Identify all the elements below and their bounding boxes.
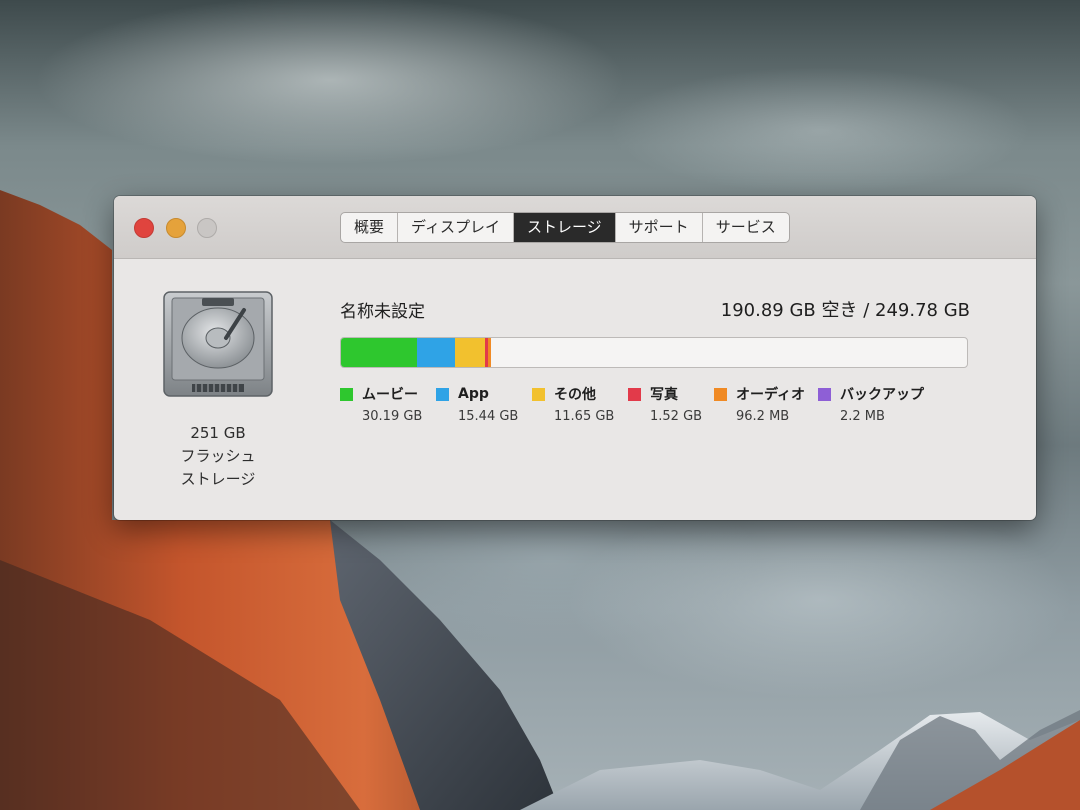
- tab-overview[interactable]: 概要: [341, 213, 399, 242]
- drive-caption: 251 GB フラッシュ ストレージ: [148, 422, 288, 491]
- about-this-mac-window: 概要 ディスプレイ ストレージ サポート サービス 251 GB フラッシュ ス…: [114, 196, 1036, 520]
- legend-label: 写真: [650, 387, 678, 403]
- window-titlebar: 概要 ディスプレイ ストレージ サポート サービス: [114, 196, 1036, 259]
- legend-item: その他 11.65 GB: [532, 384, 614, 424]
- legend-label: ムービー: [362, 387, 418, 403]
- legend-size: 30.19 GB: [362, 409, 423, 424]
- tab-support[interactable]: サポート: [616, 213, 703, 242]
- usage-segment-1: [416, 338, 456, 367]
- legend-size: 15.44 GB: [458, 409, 519, 424]
- zoom-button[interactable]: [197, 218, 217, 238]
- usage-segment-0: [341, 338, 417, 367]
- legend-label: App: [458, 386, 489, 402]
- drive-type-line2: ストレージ: [180, 470, 256, 488]
- legend-item: 写真 1.52 GB: [628, 384, 702, 424]
- disk-name: 名称未設定: [340, 302, 425, 322]
- storage-usage-bar: [340, 337, 968, 368]
- tab-displays[interactable]: ディスプレイ: [398, 213, 514, 242]
- drive-type-line1: フラッシュ: [180, 447, 256, 465]
- legend-swatch: [714, 387, 727, 401]
- legend-swatch: [436, 387, 449, 401]
- legend-swatch: [340, 387, 353, 401]
- legend-size: 11.65 GB: [554, 409, 615, 424]
- legend-label: オーディオ: [736, 387, 806, 403]
- tab-service[interactable]: サービス: [703, 213, 789, 242]
- legend-size: 1.52 GB: [650, 409, 703, 424]
- legend-swatch: [628, 387, 641, 401]
- legend-label: バックアップ: [840, 387, 924, 403]
- tab-bar: 概要 ディスプレイ ストレージ サポート サービス: [340, 212, 790, 243]
- legend-label: その他: [554, 387, 596, 403]
- legend-size: 2.2 MB: [840, 409, 885, 424]
- drive-capacity: 251 GB: [190, 424, 246, 442]
- tab-storage[interactable]: ストレージ: [513, 213, 616, 242]
- hard-drive-icon: [163, 291, 273, 397]
- usage-segment-2: [455, 338, 485, 367]
- legend-swatch: [532, 387, 545, 401]
- legend-item: ムービー 30.19 GB: [340, 384, 422, 424]
- disk-free-space: 190.89 GB 空き / 249.78 GB: [720, 300, 970, 321]
- storage-legend: ムービー 30.19 GB App 15.44 GB その他 11.65 GB 写真 1.52…: [340, 384, 1000, 444]
- legend-item: オーディオ 96.2 MB: [714, 384, 805, 424]
- legend-item: バックアップ 2.2 MB: [818, 384, 924, 424]
- minimize-button[interactable]: [166, 218, 186, 238]
- legend-size: 96.2 MB: [736, 409, 790, 424]
- legend-swatch: [818, 387, 831, 401]
- legend-item: App 15.44 GB: [436, 384, 518, 424]
- usage-segment-4: [488, 338, 492, 367]
- close-button[interactable]: [134, 218, 154, 238]
